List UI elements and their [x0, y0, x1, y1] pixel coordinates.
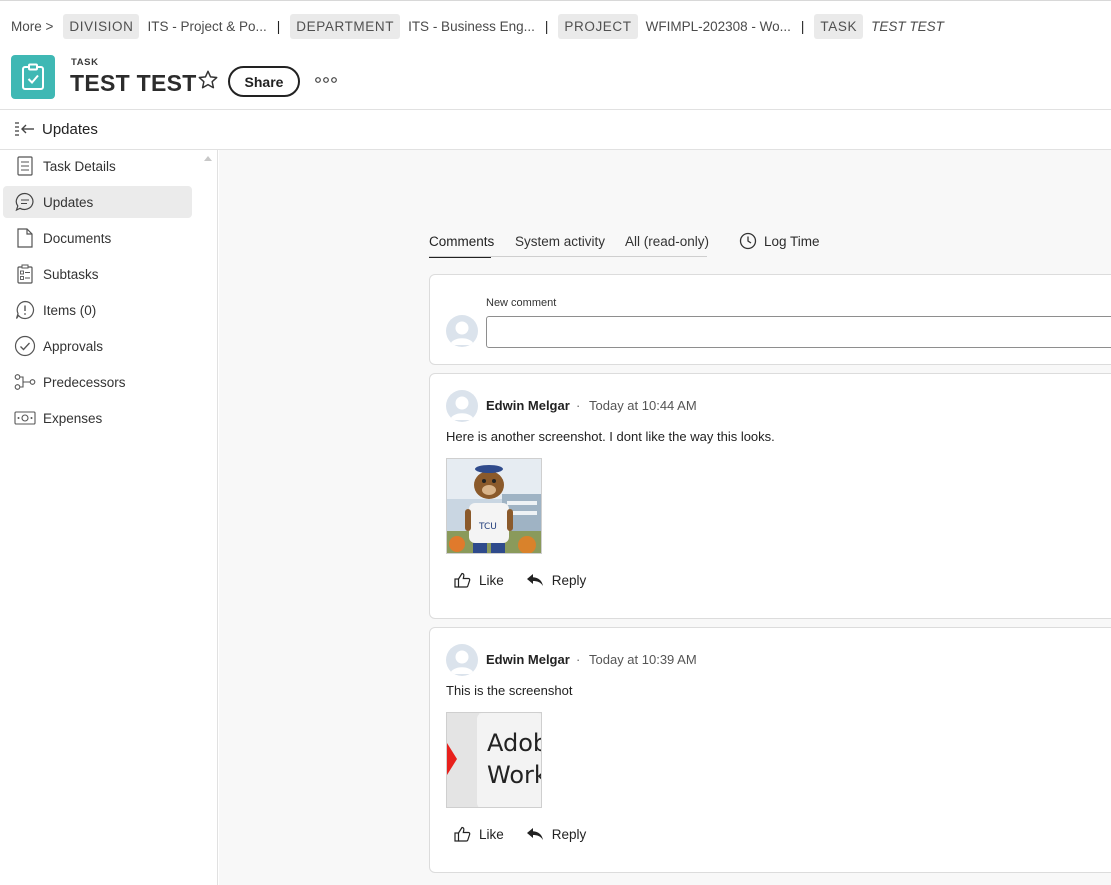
- breadcrumb-separator: |: [800, 19, 805, 34]
- breadcrumb-chip-project: PROJECT: [558, 14, 638, 39]
- breadcrumb-chip-task: TASK: [814, 14, 864, 39]
- comment-actions: Like Reply: [454, 826, 608, 842]
- sidebar-item-label: Approvals: [43, 338, 104, 354]
- sidebar-item-label: Task Details: [43, 158, 116, 174]
- breadcrumb-current-task: TEST TEST: [871, 19, 944, 34]
- user-avatar-icon: [450, 650, 474, 674]
- user-avatar-icon: [450, 321, 474, 345]
- approvals-icon: [14, 335, 36, 357]
- comment-author[interactable]: Edwin Melgar: [486, 652, 570, 667]
- sidebar-item-label: Updates: [43, 194, 94, 210]
- page-title[interactable]: TEST TEST: [70, 70, 197, 97]
- object-type-label: TASK: [71, 57, 99, 68]
- attachment-text-line: Adob: [487, 729, 541, 757]
- breadcrumb-more[interactable]: More >: [11, 19, 53, 34]
- clipboard-icon: [11, 55, 55, 99]
- clock-icon: [739, 232, 757, 250]
- sidebar-item-updates[interactable]: Updates: [3, 186, 192, 218]
- new-comment-card: New comment: [429, 274, 1111, 365]
- comment-timestamp: Today at 10:39 AM: [589, 652, 697, 667]
- items-icon: [14, 299, 36, 321]
- new-comment-label: New comment: [486, 297, 557, 309]
- sidebar-item-label: Predecessors: [43, 374, 126, 390]
- collapse-panel-icon[interactable]: [14, 121, 36, 139]
- user-avatar-icon: [450, 396, 474, 420]
- updates-panel: Comments System activity All (read-only)…: [219, 150, 1111, 885]
- breadcrumb-separator: |: [544, 19, 549, 34]
- tab-comments[interactable]: Comments: [429, 232, 494, 258]
- breadcrumb: More > DIVISION ITS - Project & Po... | …: [0, 0, 1111, 52]
- tab-all-read-only[interactable]: All (read-only): [625, 232, 711, 258]
- object-header: TASK TEST TEST Share: [0, 52, 1111, 110]
- predecessors-icon: [14, 371, 36, 393]
- sidebar-item-predecessors[interactable]: Predecessors: [3, 366, 192, 398]
- breadcrumb-chip-department: DEPARTMENT: [290, 14, 401, 39]
- sidebar-item-subtasks[interactable]: Subtasks: [3, 258, 192, 290]
- comment-text: This is the screenshot: [446, 683, 573, 698]
- reply-button[interactable]: Reply: [526, 826, 587, 842]
- panel-header: Updates: [0, 110, 1111, 150]
- svg-text:TCU: TCU: [478, 522, 497, 532]
- avatar: [446, 644, 478, 676]
- attachment-text-line: Work: [487, 761, 542, 789]
- comment-timestamp: Today at 10:44 AM: [589, 398, 697, 413]
- avatar: [446, 390, 478, 422]
- avatar: [446, 315, 478, 347]
- breadcrumb-link-project[interactable]: WFIMPL-202308 - Wo...: [646, 19, 791, 34]
- star-icon[interactable]: [197, 69, 219, 91]
- tab-system-activity[interactable]: System activity: [515, 232, 609, 258]
- reply-icon: [526, 574, 543, 586]
- share-button[interactable]: Share: [228, 66, 300, 97]
- sidebar: Task Details Updates Documents Subtasks …: [0, 150, 218, 885]
- breadcrumb-link-department[interactable]: ITS - Business Eng...: [408, 19, 535, 34]
- task-details-icon: [14, 155, 36, 177]
- attachment-thumbnail-screenshot[interactable]: Adob Work: [446, 712, 542, 808]
- breadcrumb-link-division[interactable]: ITS - Project & Po...: [147, 19, 266, 34]
- log-time-button[interactable]: Log Time: [739, 232, 820, 250]
- sidebar-item-label: Items (0): [43, 302, 97, 318]
- expenses-icon: [14, 407, 36, 429]
- thumbs-up-icon: [454, 826, 471, 842]
- reply-label: Reply: [551, 826, 587, 842]
- tabs-divider: [429, 256, 707, 257]
- comment-author[interactable]: Edwin Melgar: [486, 398, 570, 413]
- like-label: Like: [479, 826, 504, 842]
- sidebar-item-approvals[interactable]: Approvals: [3, 330, 192, 362]
- reply-icon: [526, 828, 543, 840]
- subtasks-icon: [14, 263, 36, 285]
- scroll-up-arrow[interactable]: [204, 156, 212, 161]
- sidebar-item-documents[interactable]: Documents: [3, 222, 192, 254]
- comment-separator: ·: [576, 398, 581, 413]
- comment-text: Here is another screenshot. I dont like …: [446, 429, 775, 444]
- like-button[interactable]: Like: [454, 826, 504, 842]
- log-time-label: Log Time: [764, 233, 820, 249]
- attachment-thumbnail-mascot[interactable]: TCU: [446, 458, 542, 554]
- sidebar-item-items[interactable]: Items (0): [3, 294, 192, 326]
- panel-title: Updates: [42, 121, 98, 138]
- comment-card: Edwin Melgar · Today at 10:39 AM This is…: [429, 627, 1111, 873]
- new-comment-input[interactable]: [486, 316, 1111, 348]
- documents-icon: [14, 227, 36, 249]
- updates-icon: [14, 191, 36, 213]
- like-label: Like: [479, 572, 504, 588]
- sidebar-item-expenses[interactable]: Expenses: [3, 402, 192, 434]
- sidebar-item-label: Subtasks: [43, 266, 99, 282]
- sidebar-item-label: Expenses: [43, 410, 103, 426]
- comment-separator: ·: [576, 652, 581, 667]
- comment-actions: Like Reply: [454, 572, 608, 588]
- thumbs-up-icon: [454, 572, 471, 588]
- breadcrumb-separator: |: [276, 19, 281, 34]
- more-icon[interactable]: [314, 72, 338, 88]
- breadcrumb-chip-division: DIVISION: [63, 14, 140, 39]
- sidebar-item-task-details[interactable]: Task Details: [3, 150, 192, 182]
- reply-button[interactable]: Reply: [526, 572, 587, 588]
- reply-label: Reply: [551, 572, 587, 588]
- comment-card: Edwin Melgar · Today at 10:44 AM Here is…: [429, 373, 1111, 619]
- like-button[interactable]: Like: [454, 572, 504, 588]
- sidebar-item-label: Documents: [43, 230, 112, 246]
